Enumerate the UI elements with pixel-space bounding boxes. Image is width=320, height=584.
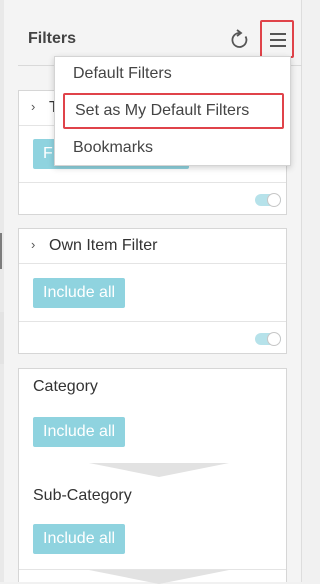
left-rail-indicator bbox=[0, 233, 2, 269]
own-item-filter-toggle[interactable] bbox=[255, 332, 281, 346]
menu-item-set-as-my-default-filters[interactable]: Set as My Default Filters bbox=[63, 93, 284, 129]
reset-filters-button[interactable] bbox=[228, 28, 252, 52]
sub-category-title: Sub-Category bbox=[33, 487, 132, 504]
menu-item-bookmarks[interactable]: Bookmarks bbox=[55, 134, 290, 162]
own-item-filter-header[interactable]: › Own Item Filter bbox=[19, 229, 286, 263]
chevron-right-icon: › bbox=[31, 99, 36, 114]
category-divider-arrow bbox=[89, 463, 229, 477]
filters-menu-button[interactable] bbox=[260, 20, 294, 58]
include-all-chip[interactable]: Include all bbox=[33, 278, 126, 308]
page-title: Filters bbox=[28, 30, 77, 47]
category-title: Category bbox=[33, 378, 98, 395]
own-item-filter-title: Own Item Filter bbox=[49, 237, 158, 254]
reset-icon bbox=[231, 29, 248, 48]
filter-toggle[interactable] bbox=[255, 193, 281, 207]
filters-menu-dropdown: Default Filters Set as My Default Filter… bbox=[54, 56, 291, 166]
own-item-filter-card: › Own Item Filter Include all bbox=[18, 228, 287, 354]
menu-item-default-filters[interactable]: Default Filters bbox=[55, 60, 290, 88]
category-include-all-chip[interactable]: Include all bbox=[33, 417, 126, 447]
category-filter-card: Category Include all Sub-Category Includ… bbox=[18, 368, 287, 584]
sub-category-include-all-chip[interactable]: Include all bbox=[33, 524, 126, 554]
chevron-right-icon: › bbox=[31, 237, 36, 252]
